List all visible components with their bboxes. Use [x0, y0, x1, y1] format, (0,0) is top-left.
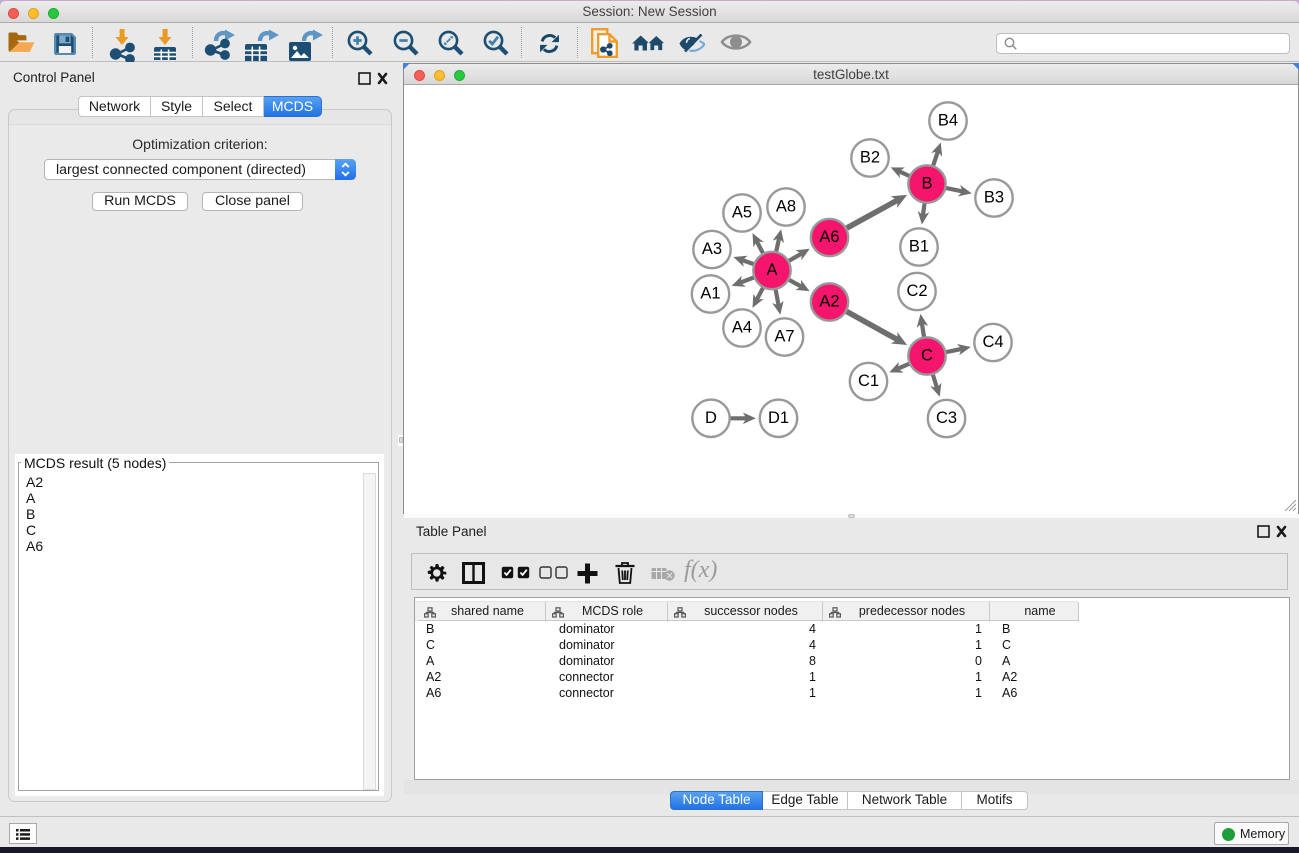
svg-text:B1: B1 — [909, 238, 929, 256]
svg-text:B3: B3 — [984, 189, 1004, 207]
svg-text:A8: A8 — [776, 198, 796, 216]
svg-text:B4: B4 — [938, 112, 958, 130]
svg-text:A5: A5 — [732, 204, 752, 222]
svg-text:D: D — [705, 409, 717, 427]
svg-text:A2: A2 — [819, 293, 839, 311]
svg-text:A6: A6 — [819, 228, 839, 246]
svg-text:A: A — [766, 261, 777, 279]
svg-text:D1: D1 — [768, 409, 789, 427]
svg-text:C3: C3 — [936, 409, 957, 427]
svg-text:B: B — [921, 175, 932, 193]
svg-text:A1: A1 — [700, 285, 720, 303]
svg-text:C2: C2 — [906, 282, 927, 300]
svg-text:A3: A3 — [702, 240, 722, 258]
svg-text:C: C — [921, 347, 933, 365]
svg-text:A4: A4 — [732, 319, 752, 337]
svg-text:C1: C1 — [858, 372, 879, 390]
svg-text:A7: A7 — [774, 328, 794, 346]
svg-text:C4: C4 — [982, 333, 1003, 351]
svg-text:B2: B2 — [860, 149, 880, 167]
